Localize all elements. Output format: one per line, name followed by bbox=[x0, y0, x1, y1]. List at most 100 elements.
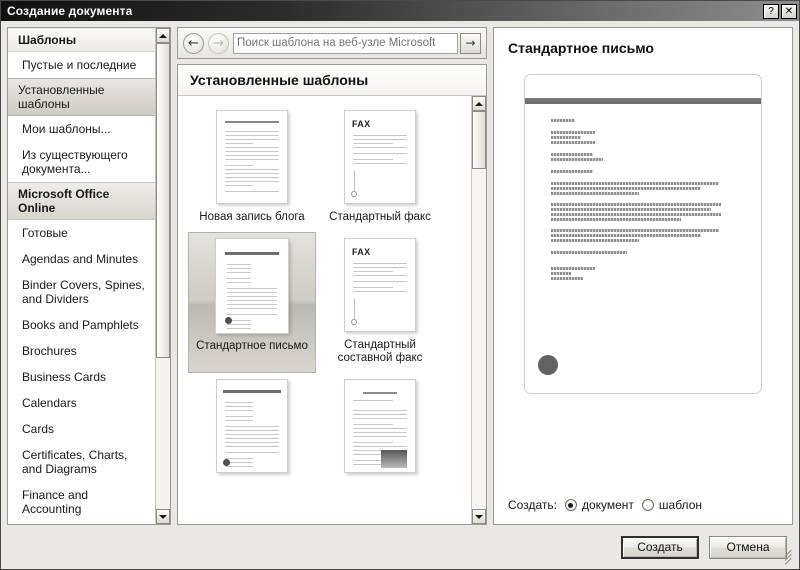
triangle-up-icon bbox=[475, 101, 483, 106]
search-field-wrap: → bbox=[233, 32, 481, 54]
radio-document-icon[interactable] bbox=[564, 499, 577, 511]
template-thumbnail-5 bbox=[344, 379, 416, 473]
new-document-dialog: Создание документа ? ✕ Шаблоны Пустые и п… bbox=[0, 0, 800, 570]
sidebar-scroll-thumb[interactable] bbox=[156, 43, 170, 358]
create-as-label: Создать: bbox=[508, 498, 557, 512]
preview-line-18 bbox=[551, 267, 595, 270]
preview-line-20 bbox=[551, 277, 583, 280]
create-as-options: Создать: документ шаблон bbox=[494, 490, 792, 524]
sidebar-scroll-track[interactable] bbox=[156, 43, 170, 509]
search-input[interactable] bbox=[233, 32, 458, 54]
close-button[interactable]: ✕ bbox=[781, 3, 797, 19]
sidebar-item-5[interactable]: Microsoft Office Online bbox=[8, 182, 155, 220]
fax-circle-icon bbox=[351, 191, 357, 197]
sidebar-item-10[interactable]: Brochures bbox=[8, 338, 155, 364]
radio-option-template[interactable]: шаблон bbox=[641, 498, 702, 512]
sidebar-item-15[interactable]: Finance and Accounting bbox=[8, 482, 155, 522]
preview-line-12 bbox=[551, 213, 721, 216]
preview-line-1 bbox=[551, 131, 595, 134]
gallery-scroll-track[interactable] bbox=[472, 111, 486, 509]
preview-line-13 bbox=[551, 218, 681, 221]
create-button[interactable]: Создать bbox=[621, 535, 699, 559]
template-card-4[interactable] bbox=[188, 373, 316, 488]
preview-title: Стандартное письмо bbox=[508, 40, 654, 56]
triangle-down-icon bbox=[475, 514, 483, 519]
preview-line-3 bbox=[551, 141, 595, 144]
preview-line-10 bbox=[551, 203, 721, 206]
gallery-scroll-thumb[interactable] bbox=[472, 111, 486, 169]
report-image-placeholder bbox=[381, 450, 407, 468]
template-thumbnail-2 bbox=[216, 239, 288, 333]
preview-line-0 bbox=[551, 119, 575, 122]
sidebar-item-7[interactable]: Agendas and Minutes bbox=[8, 246, 155, 272]
template-gallery: Установленные шаблоны Новая запись блога… bbox=[177, 64, 487, 525]
gallery-scrollbar[interactable] bbox=[471, 96, 486, 524]
template-label-1: Стандартный факс bbox=[329, 211, 431, 223]
forward-icon[interactable]: → bbox=[208, 32, 229, 54]
preview-logo-dot-icon bbox=[538, 355, 558, 375]
template-label-3: Стандартный составной факс bbox=[337, 339, 423, 364]
dialog-body: Шаблоны Пустые и последние Установленные ш… bbox=[1, 21, 799, 525]
template-categories-sidebar: Шаблоны Пустые и последние Установленные ш… bbox=[7, 27, 171, 525]
preview-line-2 bbox=[551, 136, 581, 139]
sidebar-scroll-down-button[interactable] bbox=[156, 509, 170, 524]
sidebar-item-11[interactable]: Business Cards bbox=[8, 364, 155, 390]
sidebar-item-2[interactable]: Установленные шаблоны bbox=[8, 78, 155, 116]
sidebar-item-4[interactable]: Из существующего документа... bbox=[8, 142, 155, 182]
window-title: Создание документа bbox=[7, 4, 133, 18]
preview-line-11 bbox=[551, 208, 711, 211]
preview-line-16 bbox=[551, 239, 639, 242]
search-toolbar: ← → → bbox=[177, 27, 487, 59]
gallery-scroll-up-button[interactable] bbox=[472, 96, 486, 111]
fax-circle-icon bbox=[351, 319, 357, 325]
sidebar-item-14[interactable]: Certificates, Charts, and Diagrams bbox=[8, 442, 155, 482]
triangle-up-icon bbox=[159, 33, 167, 38]
sidebar-item-9[interactable]: Books and Pamphlets bbox=[8, 312, 155, 338]
letter-dot-icon bbox=[225, 317, 232, 324]
template-card-2[interactable]: Стандартное письмо bbox=[188, 232, 316, 373]
help-button[interactable]: ? bbox=[763, 3, 779, 19]
sidebar-item-3[interactable]: Мои шаблоны... bbox=[8, 116, 155, 142]
back-icon[interactable]: ← bbox=[183, 32, 204, 54]
fax-label: FAX bbox=[352, 119, 371, 129]
preview-header-bar bbox=[525, 98, 761, 104]
cancel-button[interactable]: Отмена bbox=[709, 535, 787, 559]
radio-template-label: шаблон bbox=[658, 498, 702, 512]
radio-option-document[interactable]: документ bbox=[564, 498, 634, 512]
gallery-header: Установленные шаблоны bbox=[178, 65, 486, 96]
sidebar-item-12[interactable]: Calendars bbox=[8, 390, 155, 416]
dialog-footer: Создать Отмена bbox=[1, 525, 799, 569]
preview-line-14 bbox=[551, 229, 719, 232]
template-thumbnail-1: FAX bbox=[344, 110, 416, 204]
preview-line-5 bbox=[551, 158, 603, 161]
preview-line-15 bbox=[551, 234, 701, 237]
template-grid: Новая запись блога FAX Стандартный факс Ста… bbox=[178, 96, 471, 524]
template-card-3[interactable]: FAX Стандартный составной факс bbox=[316, 232, 444, 373]
letter-dot-icon bbox=[223, 459, 230, 466]
template-thumbnail-0 bbox=[216, 110, 288, 204]
sidebar-item-13[interactable]: Cards bbox=[8, 416, 155, 442]
sidebar-item-8[interactable]: Binder Covers, Spines, and Dividers bbox=[8, 272, 155, 312]
preview-line-4 bbox=[551, 153, 593, 156]
template-label-2: Стандартное письмо bbox=[196, 340, 308, 352]
preview-line-7 bbox=[551, 182, 719, 185]
template-card-0[interactable]: Новая запись блога bbox=[188, 104, 316, 232]
gallery-scroll-down-button[interactable] bbox=[472, 509, 486, 524]
sidebar-list: Шаблоны Пустые и последние Установленные ш… bbox=[8, 28, 155, 524]
preview-line-8 bbox=[551, 187, 701, 190]
template-preview-panel: Стандартное письмо Создать: документ шаб… bbox=[493, 27, 793, 525]
radio-template-icon[interactable] bbox=[641, 499, 654, 511]
radio-document-label: документ bbox=[581, 498, 634, 512]
template-card-5[interactable] bbox=[316, 373, 444, 488]
resize-grip[interactable] bbox=[782, 549, 796, 567]
template-browser: ← → → Установленные шаблоны Новая запись… bbox=[177, 27, 487, 525]
sidebar-scroll-up-button[interactable] bbox=[156, 28, 170, 43]
search-go-icon[interactable]: → bbox=[460, 32, 481, 54]
template-card-1[interactable]: FAX Стандартный факс bbox=[316, 104, 444, 232]
sidebar-item-1[interactable]: Пустые и последние bbox=[8, 52, 155, 78]
preview-line-9 bbox=[551, 192, 639, 195]
sidebar-scrollbar[interactable] bbox=[155, 28, 170, 524]
sidebar-item-0: Шаблоны bbox=[8, 28, 155, 52]
sidebar-item-16[interactable]: Flyers bbox=[8, 522, 155, 524]
sidebar-item-6[interactable]: Готовые bbox=[8, 220, 155, 246]
